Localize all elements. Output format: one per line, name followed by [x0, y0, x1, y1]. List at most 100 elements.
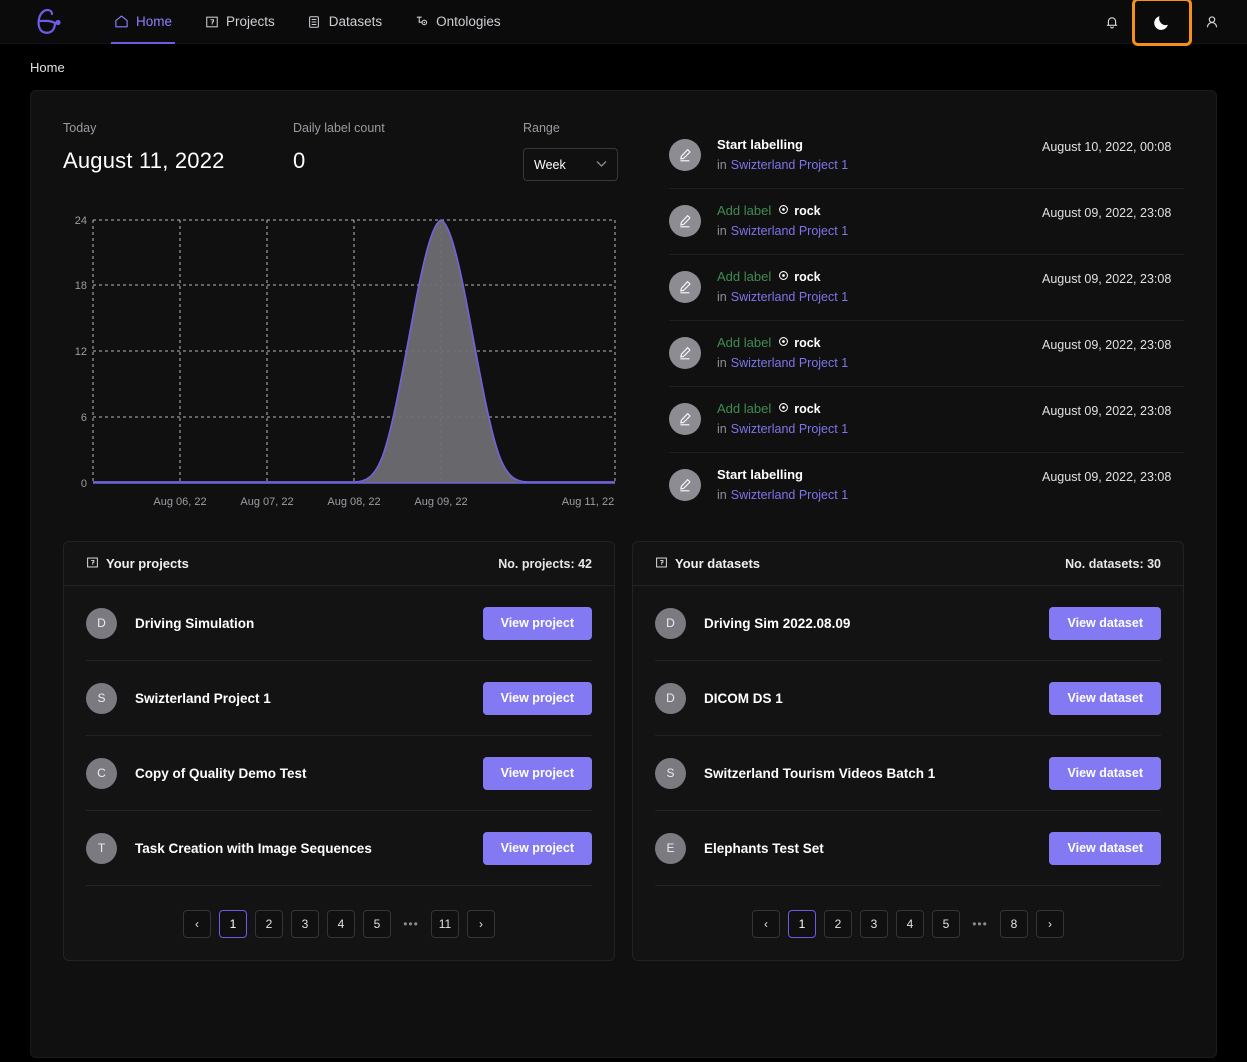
view-project-button[interactable]: View project: [482, 756, 592, 790]
activity-project-link[interactable]: Swizterland Project 1: [731, 422, 848, 436]
dataset-avatar: D: [655, 607, 686, 639]
nav-item-home[interactable]: Home: [98, 0, 188, 44]
avatar: [669, 337, 701, 369]
activity-project-link[interactable]: Swizterland Project 1: [731, 158, 848, 172]
nav-item-projects[interactable]: Projects: [188, 0, 291, 44]
view-dataset-button[interactable]: View dataset: [1049, 681, 1161, 715]
nav-item-datasets-label: Datasets: [328, 14, 383, 29]
activity-row[interactable]: Add label rock in Swizterland Project 1 A…: [669, 255, 1184, 321]
activity-title-line: Start labelling: [717, 467, 1034, 482]
y-axis-labels: 24 18 12 6 0: [75, 215, 87, 490]
projects-panel-header: Your projects No. projects: 42: [64, 542, 614, 586]
pagination-ellipsis: •••: [972, 917, 988, 931]
pagination-page-4[interactable]: 4: [896, 910, 924, 938]
pagination-page-4[interactable]: 4: [327, 910, 355, 938]
avatar: [669, 205, 701, 237]
top-navigation-bar: Home Projects Datasets Ontologies: [0, 0, 1247, 46]
activity-label-name: rock: [794, 335, 821, 350]
pagination-prev-button[interactable]: ‹: [752, 910, 780, 938]
activity-timestamp: August 09, 2022, 23:08: [1042, 338, 1172, 352]
overview-section: Today August 11, 2022 Daily label count …: [31, 91, 1216, 519]
pagination-page-5[interactable]: 5: [363, 910, 391, 938]
activity-title-line: Add label rock: [717, 269, 1034, 284]
project-row[interactable]: C Copy of Quality Demo Test View project: [86, 736, 592, 811]
dashboard-card: Today August 11, 2022 Daily label count …: [30, 90, 1217, 1058]
activity-row[interactable]: Start labelling in Swizterland Project 1 …: [669, 453, 1184, 519]
project-row[interactable]: T Task Creation with Image Sequences Vie…: [86, 811, 592, 886]
nav-item-datasets[interactable]: Datasets: [291, 0, 398, 44]
nav-item-ontologies[interactable]: Ontologies: [398, 0, 517, 44]
activity-title-line: Add label rock: [717, 401, 1034, 416]
pagination-page-5[interactable]: 5: [932, 910, 960, 938]
pagination-page-1[interactable]: 1: [788, 910, 816, 938]
pagination-next-button[interactable]: ›: [467, 910, 495, 938]
notifications-bell-icon[interactable]: [1097, 7, 1127, 37]
encord-logo[interactable]: [28, 7, 68, 37]
svg-text:Aug 08, 22: Aug 08, 22: [327, 496, 380, 508]
your-datasets-panel: Your datasets No. datasets: 30 D Driving…: [632, 541, 1184, 961]
dataset-row[interactable]: D Driving Sim 2022.08.09 View dataset: [655, 586, 1161, 661]
project-row[interactable]: D Driving Simulation View project: [86, 586, 592, 661]
view-project-button[interactable]: View project: [482, 681, 592, 715]
nav-item-home-label: Home: [136, 14, 173, 29]
activity-action: Add label: [717, 335, 772, 350]
nav-item-projects-label: Projects: [226, 14, 275, 29]
pagination-next-button[interactable]: ›: [1036, 910, 1064, 938]
home-icon: [114, 14, 129, 29]
keypoint-icon: [778, 336, 789, 350]
activity-label-chip: rock: [778, 402, 821, 416]
ontologies-icon: [414, 14, 429, 29]
your-projects-panel: Your projects No. projects: 42 D Driving…: [63, 541, 615, 961]
breadcrumb-home[interactable]: Home: [30, 60, 65, 75]
dark-mode-toggle-icon[interactable]: [1132, 0, 1192, 46]
project-avatar: T: [86, 832, 117, 864]
activity-project-link[interactable]: Swizterland Project 1: [731, 356, 848, 370]
svg-text:12: 12: [75, 346, 87, 358]
project-row[interactable]: S Swizterland Project 1 View project: [86, 661, 592, 736]
pagination-page-3[interactable]: 3: [291, 910, 319, 938]
daily-label-chart: 24 18 12 6 0 Aug 06, 22 Aug 07, 22 Aug 0…: [63, 209, 633, 519]
datasets-icon: [307, 14, 322, 29]
activity-title-line: Add label rock: [717, 203, 1034, 218]
range-select[interactable]: Week: [523, 148, 618, 181]
dataset-row[interactable]: S Switzerland Tourism Videos Batch 1 Vie…: [655, 736, 1161, 811]
activity-action: Add label: [717, 269, 772, 284]
view-dataset-button[interactable]: View dataset: [1049, 831, 1161, 865]
pagination-page-2[interactable]: 2: [255, 910, 283, 938]
view-dataset-button[interactable]: View dataset: [1049, 606, 1161, 640]
activity-feed: Start labelling in Swizterland Project 1 …: [633, 121, 1184, 519]
pagination-ellipsis: •••: [403, 917, 419, 931]
dataset-avatar: S: [655, 757, 686, 789]
dataset-row[interactable]: E Elephants Test Set View dataset: [655, 811, 1161, 886]
activity-project-link[interactable]: Swizterland Project 1: [731, 290, 848, 304]
projects-panel-title: Your projects: [86, 556, 189, 572]
activity-subtitle: in Swizterland Project 1: [717, 224, 1034, 238]
dataset-row[interactable]: D DICOM DS 1 View dataset: [655, 661, 1161, 736]
activity-project-link[interactable]: Swizterland Project 1: [731, 488, 848, 502]
pagination-page-last[interactable]: 11: [431, 910, 459, 938]
pagination-page-3[interactable]: 3: [860, 910, 888, 938]
avatar: [669, 469, 701, 501]
activity-row[interactable]: Add label rock in Swizterland Project 1 A…: [669, 387, 1184, 453]
daily-label-count-stat: Daily label count 0: [293, 121, 523, 181]
pagination-prev-button[interactable]: ‹: [183, 910, 211, 938]
activity-row[interactable]: Start labelling in Swizterland Project 1 …: [669, 123, 1184, 189]
pagination-page-1[interactable]: 1: [219, 910, 247, 938]
activity-row[interactable]: Add label rock in Swizterland Project 1 A…: [669, 189, 1184, 255]
pagination-page-last[interactable]: 8: [1000, 910, 1028, 938]
activity-in-text: in: [717, 488, 727, 502]
project-name: Copy of Quality Demo Test: [135, 765, 307, 781]
view-project-button[interactable]: View project: [482, 831, 592, 865]
chart-column: Today August 11, 2022 Daily label count …: [63, 121, 633, 519]
view-dataset-button[interactable]: View dataset: [1049, 756, 1161, 790]
bottom-panels: Your projects No. projects: 42 D Driving…: [31, 519, 1216, 961]
activity-project-link[interactable]: Swizterland Project 1: [731, 224, 848, 238]
activity-label-chip: rock: [778, 204, 821, 218]
user-account-icon[interactable]: [1197, 7, 1227, 37]
activity-body: Add label rock in Swizterland Project 1: [701, 269, 1034, 304]
pagination-page-2[interactable]: 2: [824, 910, 852, 938]
activity-row[interactable]: Add label rock in Swizterland Project 1 A…: [669, 321, 1184, 387]
today-stat: Today August 11, 2022: [63, 121, 293, 181]
activity-title-line: Start labelling: [717, 137, 1034, 152]
view-project-button[interactable]: View project: [482, 606, 592, 640]
